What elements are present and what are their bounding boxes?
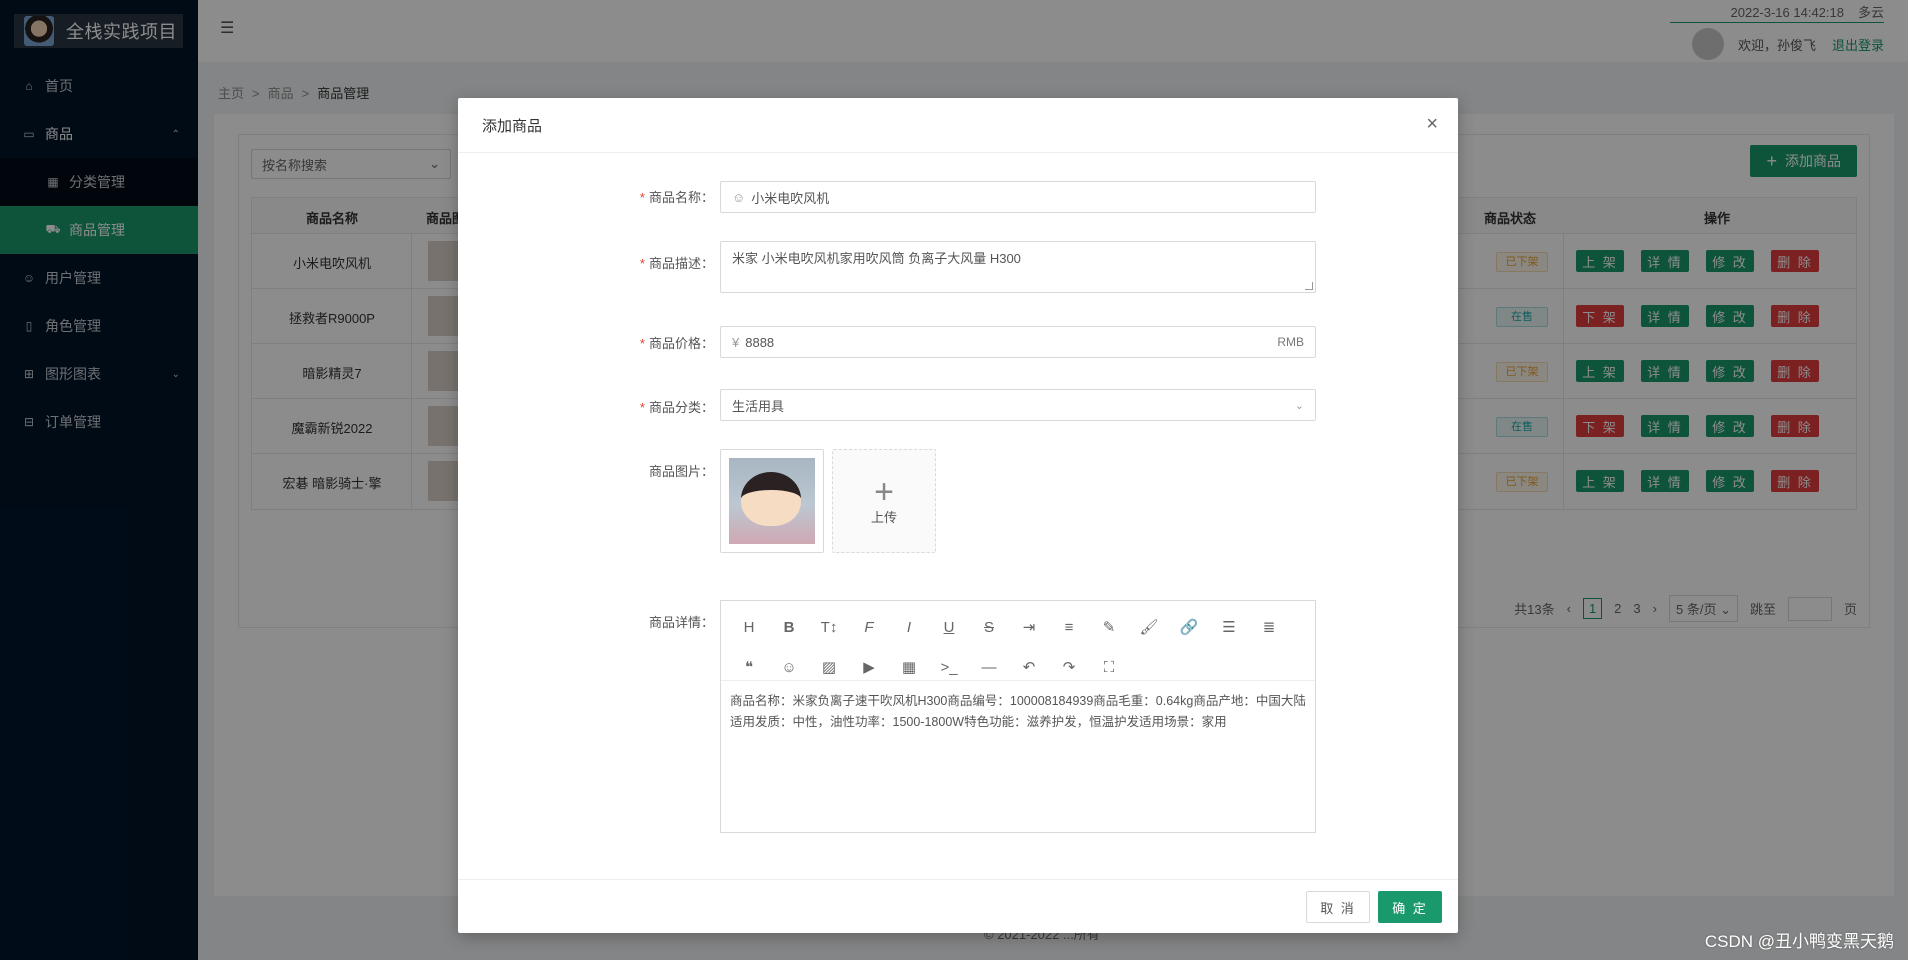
bold-icon[interactable]: B <box>769 607 809 647</box>
cancel-button[interactable]: 取 消 <box>1306 891 1370 923</box>
required-mark: * <box>639 190 645 205</box>
price-label-text: 商品价格 <box>648 336 701 351</box>
modal-title: 添加商品 <box>482 117 543 135</box>
text-color-icon[interactable]: ✎ <box>1089 607 1129 647</box>
required-mark: * <box>639 400 645 415</box>
price-suffix: RMB <box>1277 335 1304 349</box>
desc-label: * 商品描述： <box>639 256 714 271</box>
close-icon[interactable]: × <box>1426 114 1438 134</box>
name-label: * 商品名称： <box>639 190 714 205</box>
price-prefix: ¥ <box>732 334 740 350</box>
user-icon: ☺ <box>732 189 746 205</box>
category-label-text: 商品分类 <box>648 400 701 415</box>
heading-icon[interactable]: H <box>729 607 769 647</box>
line-height-icon[interactable]: ≡ <box>1049 607 1089 647</box>
link-icon[interactable]: 🔗 <box>1169 607 1209 647</box>
watermark: CSDN @丑小鸭变黑天鹅 <box>1704 932 1894 951</box>
bg-color-icon[interactable]: 🖌 <box>1129 607 1169 647</box>
fullscreen-icon[interactable]: ⛶ <box>1089 647 1129 687</box>
italic-icon[interactable]: I <box>889 607 929 647</box>
required-mark: * <box>639 256 645 271</box>
modal-footer: 取 消 确 定 <box>458 879 1458 933</box>
detail-label-text: 商品详情 <box>648 615 701 630</box>
upload-label: 上传 <box>870 509 897 525</box>
name-label-text: 商品名称 <box>648 190 701 205</box>
resize-handle-icon[interactable] <box>1305 282 1313 290</box>
divider-icon[interactable]: — <box>969 647 1009 687</box>
image-label-text: 商品图片 <box>648 464 701 479</box>
rich-text-editor: H B T↕ F I U S ⇥ ≡ ✎ 🖌 🔗 ☰ ≣ ❝ ☺ ▨ ▶ ▦ >… <box>720 600 1316 833</box>
desc-textarea[interactable]: 米家 小米电吹风机家用吹风筒 负离子大风量 H300 <box>720 241 1316 293</box>
image-label: 商品图片： <box>648 464 714 479</box>
category-label: * 商品分类： <box>639 400 714 415</box>
editor-toolbar: H B T↕ F I U S ⇥ ≡ ✎ 🖌 🔗 ☰ ≣ ❝ ☺ ▨ ▶ ▦ >… <box>721 601 1315 681</box>
desc-label-text: 商品描述 <box>648 256 701 271</box>
emoji-icon[interactable]: ☺ <box>769 647 809 687</box>
undo-icon[interactable]: ↶ <box>1009 647 1049 687</box>
plus-icon: + <box>874 472 894 511</box>
price-label: * 商品价格： <box>639 336 714 351</box>
category-select[interactable]: 生活用具 ⌄ <box>720 389 1316 421</box>
image-icon[interactable]: ▨ <box>809 647 849 687</box>
modal-header: 添加商品 × <box>458 98 1458 153</box>
align-icon[interactable]: ≣ <box>1249 607 1289 647</box>
indent-icon[interactable]: ⇥ <box>1009 607 1049 647</box>
underline-icon[interactable]: U <box>929 607 969 647</box>
chevron-down-icon: ⌄ <box>1294 399 1304 412</box>
name-value: 小米电吹风机 <box>751 190 830 206</box>
price-value: 8888 <box>745 334 775 350</box>
goods-image <box>729 458 815 544</box>
upload-button[interactable]: + 上传 <box>832 449 936 553</box>
table-icon[interactable]: ▦ <box>889 647 929 687</box>
editor-content[interactable]: 商品名称：米家负离子速干吹风机H300商品编号：100008184939商品毛重… <box>721 681 1315 743</box>
video-icon[interactable]: ▶ <box>849 647 889 687</box>
required-mark: * <box>639 336 645 351</box>
detail-label: 商品详情： <box>648 615 714 630</box>
font-family-icon[interactable]: F <box>849 607 889 647</box>
list-icon[interactable]: ☰ <box>1209 607 1249 647</box>
font-size-icon[interactable]: T↕ <box>809 607 849 647</box>
cartoon-face <box>741 472 801 526</box>
name-input[interactable]: ☺ 小米电吹风机 <box>720 181 1316 213</box>
code-icon[interactable]: >_ <box>929 647 969 687</box>
quote-icon[interactable]: ❝ <box>729 647 769 687</box>
price-input[interactable]: ¥ 8888 RMB <box>720 326 1316 358</box>
add-goods-modal: 添加商品 × * 商品名称： ☺ 小米电吹风机 * 商品描述： 米家 小米电吹风机家… <box>458 98 1458 933</box>
strikethrough-icon[interactable]: S <box>969 607 1009 647</box>
uploaded-image[interactable] <box>720 449 824 553</box>
desc-value: 米家 小米电吹风机家用吹风筒 负离子大风量 H300 <box>732 251 1021 266</box>
ok-button[interactable]: 确 定 <box>1378 891 1442 923</box>
redo-icon[interactable]: ↷ <box>1049 647 1089 687</box>
category-value: 生活用具 <box>732 398 785 414</box>
